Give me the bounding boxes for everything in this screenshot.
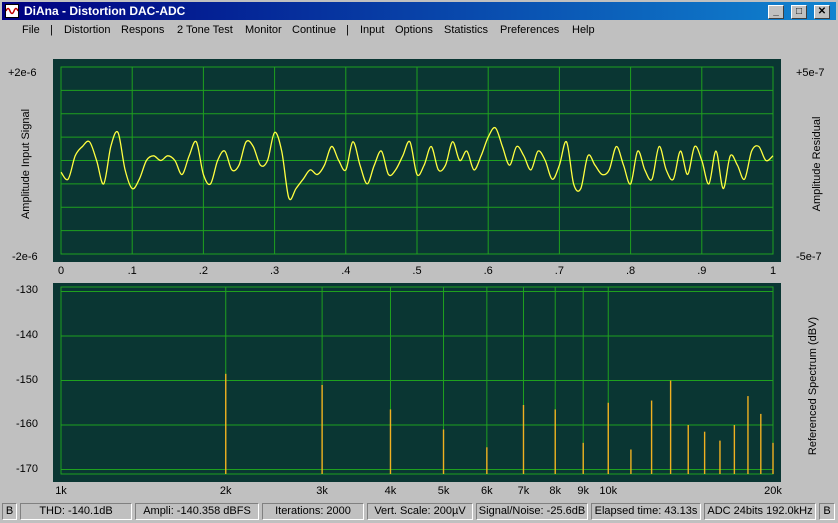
menu-continue[interactable]: Continue: [292, 24, 336, 36]
menu-file[interactable]: File: [22, 24, 40, 36]
spectrum-x-tick-label: 20k: [764, 485, 782, 497]
waveform-x-tick-label: .5: [412, 265, 422, 277]
y-axis-label-left: Amplitude Input Signal: [20, 108, 32, 220]
menu-options[interactable]: Options: [395, 24, 433, 36]
spectrum-x-tick-label: 6k: [481, 485, 493, 497]
status-ampli: Ampli: -140.358 dBFS: [135, 503, 259, 520]
waveform-x-tick-label: .9: [697, 265, 707, 277]
minimize-button[interactable]: _: [768, 5, 784, 19]
left-axis-top-label: +2e-6: [8, 67, 37, 79]
menu-bar: File | Distortion Respons 2 Tone Test Mo…: [2, 21, 836, 40]
status-signal-noise: Signal/Noise: -25.6dB: [476, 503, 588, 520]
status-left-indicator: B: [2, 503, 17, 520]
spectrum-y-axis-label: Referenced Spectrum (dBV): [807, 316, 819, 456]
menu-separator: |: [50, 24, 53, 36]
spectrum-x-tick-label: 1k: [55, 485, 67, 497]
waveform-x-tick-label: 1: [769, 265, 777, 277]
spectrum-y-tick-label: -150: [15, 373, 38, 386]
spectrum-x-tick-label: 5k: [437, 485, 450, 497]
status-thd: THD: -140.1dB: [20, 503, 132, 520]
waveform-x-tick-label: 0: [57, 265, 65, 277]
spectrum-y-tick-label: -170: [15, 462, 38, 475]
left-axis-bottom-label: -2e-6: [12, 251, 38, 263]
spectrum-y-tick-label: -130: [15, 284, 38, 297]
menu-2-tone-test[interactable]: 2 Tone Test: [177, 24, 233, 36]
spectrum-x-tick-label: 7k: [517, 485, 530, 497]
close-button[interactable]: ✕: [814, 5, 830, 19]
status-iterations: Iterations: 2000: [262, 503, 364, 520]
waveform-x-tick-label: .6: [483, 265, 493, 277]
menu-help[interactable]: Help: [572, 24, 595, 36]
menu-input[interactable]: Input: [360, 24, 384, 36]
waveform-x-tick-label: .7: [554, 265, 564, 277]
waveform-icon: [5, 4, 19, 18]
spectrum-x-tick-label: 9k: [577, 485, 590, 497]
waveform-x-tick-label: .8: [626, 265, 636, 277]
menu-preferences[interactable]: Preferences: [500, 24, 559, 36]
menu-separator: |: [346, 24, 349, 36]
status-bar: B THD: -140.1dB Ampli: -140.358 dBFS Ite…: [0, 500, 838, 523]
spectrum-x-tick-label: 4k: [384, 485, 397, 497]
status-elapsed-time: Elapsed time: 43.13s: [591, 503, 701, 520]
spectrum-x-tick-label: 3k: [316, 485, 328, 497]
menu-statistics[interactable]: Statistics: [444, 24, 488, 36]
spectrum-x-tick-label: 10k: [599, 485, 618, 497]
window-title: DiAna - Distortion DAC-ADC: [24, 4, 186, 18]
waveform-x-tick-label: .3: [270, 265, 280, 277]
right-axis-top-label: +5e-7: [796, 67, 825, 79]
status-right-indicator: B: [819, 503, 835, 520]
y-axis-label-right: Amplitude Residual: [811, 116, 823, 212]
waveform-x-tick-label: .2: [198, 265, 208, 277]
maximize-button[interactable]: □: [791, 5, 807, 19]
status-adc-info: ADC 24bits 192.0kHz: [704, 503, 816, 520]
spectrum-x-tick-label: 2k: [219, 485, 232, 497]
spectrum-y-tick-label: -160: [15, 418, 38, 431]
waveform-x-tick-label: .1: [127, 265, 137, 277]
spectrum-y-tick-label: -140: [15, 328, 38, 341]
menu-distortion[interactable]: Distortion: [64, 24, 110, 36]
title-bar: DiAna - Distortion DAC-ADC _ □ ✕: [2, 2, 836, 20]
spectrum-x-tick-label: 8k: [549, 485, 562, 497]
menu-monitor[interactable]: Monitor: [245, 24, 282, 36]
status-vert-scale: Vert. Scale: 200µV: [367, 503, 473, 520]
waveform-plot: [53, 59, 781, 262]
menu-respons[interactable]: Respons: [121, 24, 164, 36]
right-axis-bottom-label: -5e-7: [796, 251, 822, 263]
waveform-x-tick-label: .4: [341, 265, 351, 277]
spectrum-plot: [53, 283, 781, 482]
